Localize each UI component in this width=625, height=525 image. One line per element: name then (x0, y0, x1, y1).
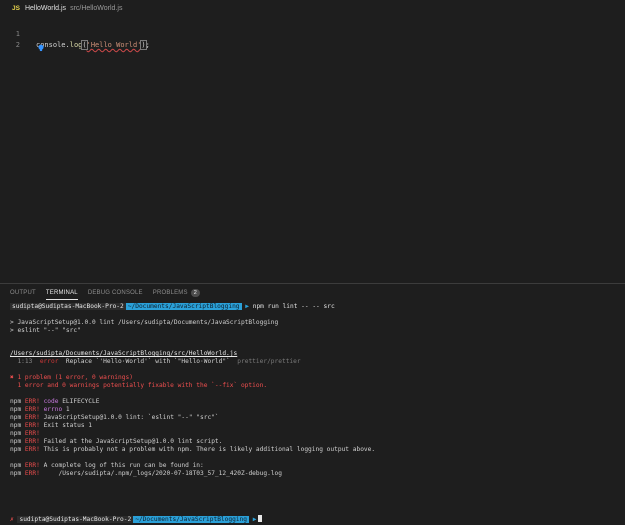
npm-log-line: npm ERR! A complete log of this run can … (10, 462, 204, 470)
editor-breadcrumb: JS HelloWorld.js src/HelloWorld.js (0, 0, 625, 16)
terminal-error-file[interactable]: /Users/sudipta/Documents/JavaScriptBlogg… (10, 350, 237, 358)
error-severity: error (39, 358, 59, 365)
prompt-status-icon: ✗ (10, 516, 14, 523)
npm-err-tag: ERR! (24, 446, 40, 453)
npm-log-text: /Users/sudipta/.npm/_logs/2020-07-18T03_… (43, 470, 282, 477)
tab-output[interactable]: OUTPUT (10, 287, 36, 299)
npm-prefix: npm (10, 430, 22, 437)
npm-error-line: npm ERR! JavaScriptSetup@1.0.0 lint: `es… (10, 414, 219, 422)
npm-prefix: npm (10, 422, 22, 429)
npm-log-text: A complete log of this run can be found … (43, 462, 204, 469)
npm-error-line: npm ERR! Failed at the JavaScriptSetup@1… (10, 438, 222, 446)
npm-err-tag: ERR! (24, 470, 40, 477)
npm-err-text: ELIFECYCLE (58, 398, 100, 405)
terminal-cursor (258, 515, 263, 522)
npm-err-key: code (43, 398, 59, 405)
terminal[interactable]: sudipta@Sudiptas-MacBook-Pro-2 ~/Document… (0, 301, 625, 525)
prompt-directory: ~/Documents/JavaScriptBlogging (133, 516, 249, 523)
terminal-summary: ✖ 1 problem (1 error, 0 warnings) (10, 374, 133, 381)
npm-err-text: JavaScriptSetup@1.0.0 lint: `eslint "--"… (43, 414, 219, 421)
prompt-arrow-icon: ▶ (249, 516, 257, 523)
editor-tab-path: src/HelloWorld.js (70, 4, 123, 12)
editor-tab-filename[interactable]: HelloWorld.js (25, 5, 66, 12)
npm-prefix: npm (10, 438, 22, 445)
npm-err-text: Failed at the JavaScriptSetup@1.0.0 lint… (43, 438, 223, 445)
terminal-output-line: > JavaScriptSetup@1.0.0 lint /Users/sudi… (10, 319, 279, 326)
prompt-user: sudipta@Sudiptas-MacBook-Pro-2 (10, 303, 126, 310)
terminal-command: npm run lint -- -- src (252, 303, 335, 310)
npm-error-line: npm ERR! errno 1 (10, 406, 70, 414)
error-message: Replace `'Hello·World'` with `"Hello·Wor… (65, 358, 230, 365)
code-token-semicolon: ; (145, 41, 150, 49)
error-file-path[interactable]: /Users/sudipta/Documents/JavaScriptBlogg… (10, 350, 237, 357)
npm-err-text: This is probably not a problem with npm.… (43, 446, 376, 453)
tab-debug-console[interactable]: DEBUG CONSOLE (88, 287, 143, 299)
terminal-prompt-line: sudipta@Sudiptas-MacBook-Pro-2 ~/Document… (10, 303, 335, 311)
lightbulb-icon[interactable] (37, 44, 45, 52)
npm-err-text: 1 (62, 406, 70, 413)
code-line-2[interactable]: 2 (0, 29, 20, 49)
npm-err-tag: ERR! (24, 430, 40, 437)
npm-error-line: npm ERR! (10, 430, 44, 438)
prompt-arrow-icon: ▶ (241, 303, 253, 310)
error-location: 1:13 (17, 358, 33, 365)
npm-error-line: npm ERR! This is probably not a problem … (10, 446, 375, 454)
code-token-string-error[interactable]: 'Hello World' (87, 41, 142, 49)
terminal-prompt-line[interactable]: ✗ sudipta@Sudiptas-MacBook-Pro-2 ~/Docume… (10, 515, 263, 523)
npm-err-tag: ERR! (24, 438, 40, 445)
problems-count-badge: 2 (190, 288, 200, 297)
npm-prefix: npm (10, 446, 22, 453)
npm-prefix: npm (10, 406, 22, 413)
tab-terminal[interactable]: TERMINAL (45, 287, 78, 300)
npm-prefix: npm (10, 414, 22, 421)
npm-err-tag: ERR! (24, 414, 40, 421)
terminal-error-detail: 1:13 error Replace `'Hello·World'` with … (10, 358, 301, 366)
npm-err-key: errno (43, 406, 63, 413)
npm-err-tag: ERR! (24, 462, 40, 469)
npm-prefix: npm (10, 462, 22, 469)
npm-err-text: Exit status 1 (43, 422, 92, 429)
code-token-log: log (69, 41, 83, 49)
panel-tab-bar: OUTPUT TERMINAL DEBUG CONSOLE PROBLEMS 2 (0, 284, 625, 301)
line-number: 2 (15, 41, 20, 49)
npm-err-tag: ERR! (24, 422, 40, 429)
npm-prefix: npm (10, 470, 22, 477)
code-editor[interactable]: 1 console.log('Hello World'); 2 (0, 16, 625, 282)
npm-err-tag: ERR! (24, 398, 40, 405)
prompt-directory: ~/Documents/JavaScriptBlogging (125, 303, 242, 310)
tab-problems[interactable]: PROBLEMS 2 (153, 286, 200, 300)
npm-log-line: npm ERR! /Users/sudipta/.npm/_logs/2020-… (10, 470, 282, 478)
npm-prefix: npm (10, 398, 22, 405)
npm-error-line: npm ERR! code ELIFECYCLE (10, 398, 99, 406)
tab-problems-label: PROBLEMS (152, 289, 188, 296)
terminal-output-line: > eslint "--" "src" (10, 327, 81, 334)
error-rule: prettier/prettier (237, 358, 301, 365)
npm-err-tag: ERR! (24, 406, 40, 413)
code-line-1[interactable]: 1 console.log('Hello World'); (0, 18, 150, 50)
npm-error-line: npm ERR! Exit status 1 (10, 422, 92, 430)
prompt-user: sudipta@Sudiptas-MacBook-Pro-2 (17, 516, 134, 523)
javascript-file-icon: JS (12, 4, 20, 12)
terminal-summary: 1 error and 0 warnings potentially fixab… (10, 382, 268, 389)
